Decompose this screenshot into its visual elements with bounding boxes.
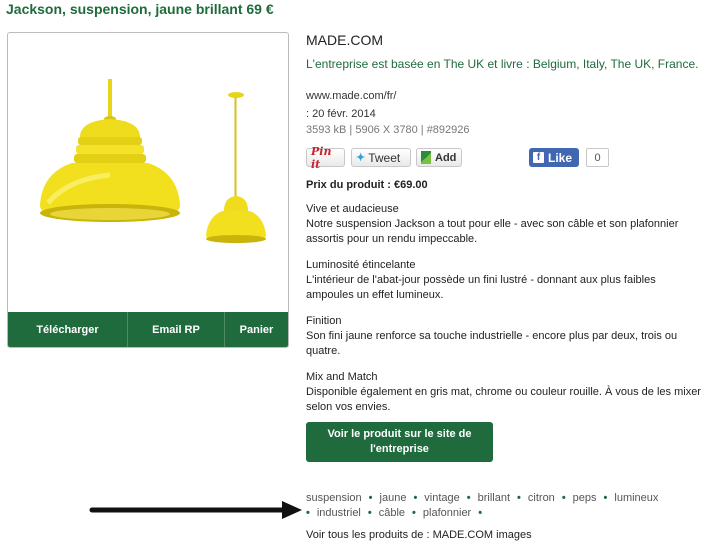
tag-separator: •	[561, 492, 566, 504]
all-products-link[interactable]: Voir tous les produits de : MADE.COM ima…	[306, 529, 532, 541]
description-text: Disponible également en gris mat, chrome…	[306, 386, 701, 413]
action-bar: Télécharger Email RP Panier	[8, 312, 288, 347]
image-meta: 3593 kB | 5906 X 3780 | #892926	[306, 124, 470, 136]
pinterest-button[interactable]: Pin it	[306, 145, 345, 171]
tag-separator: •	[517, 492, 521, 504]
tag-separator: •	[368, 492, 373, 504]
share-row: Pin it ✦ Tweet Add f Like 0	[306, 145, 706, 171]
tag-item[interactable]: lumineux	[614, 492, 658, 504]
description-text: Notre suspension Jackson a tout pour ell…	[306, 218, 679, 245]
product-card: Télécharger Email RP Panier	[7, 32, 289, 348]
view-product-button[interactable]: Voir le produit sur le site de l'entrepr…	[306, 422, 493, 462]
description-heading: Finition	[306, 315, 342, 327]
add-label: Add	[435, 151, 457, 164]
tag-item[interactable]: industriel	[317, 507, 361, 519]
company-info: L'entreprise est basée en The UK et livr…	[306, 57, 699, 71]
description-heading: Mix and Match	[306, 371, 378, 383]
facebook-icon: f	[533, 152, 544, 163]
tag-item[interactable]: câble	[379, 507, 405, 519]
tag-item[interactable]: vintage	[424, 492, 459, 504]
email-rp-button[interactable]: Email RP	[128, 312, 225, 347]
product-price: Prix du produit : €69.00	[306, 179, 428, 191]
download-button[interactable]: Télécharger	[8, 312, 128, 347]
tag-item[interactable]: plafonnier	[423, 507, 471, 519]
tag-separator: •	[367, 507, 372, 519]
tag-item[interactable]: suspension	[306, 492, 362, 504]
company-url[interactable]: www.made.com/fr/	[306, 90, 396, 102]
tag-separator: •	[412, 507, 416, 519]
tag-item[interactable]: brillant	[478, 492, 510, 504]
tag-item[interactable]: citron	[528, 492, 555, 504]
like-label: Like	[548, 150, 573, 165]
tag-separator: •	[478, 507, 483, 519]
twitter-icon: ✦	[356, 152, 366, 164]
add-button[interactable]: Add	[416, 148, 462, 167]
tag-item[interactable]: peps	[573, 492, 597, 504]
page-title: Jackson, suspension, jaune brillant 69 €	[6, 1, 274, 17]
product-image[interactable]	[8, 33, 288, 312]
tag-list: suspension • jaune • vintage • brillant • citron…	[306, 491, 696, 521]
description-text: Son fini jaune renforce sa touche indust…	[306, 330, 678, 357]
facebook-like-button[interactable]: f Like	[529, 148, 579, 167]
tag-separator: •	[603, 492, 608, 504]
pinterest-label: Pin it	[311, 144, 332, 171]
add-icon	[421, 151, 431, 164]
tag-separator: •	[306, 507, 310, 519]
description-text: L'intérieur de l'abat-jour possède un fi…	[306, 274, 656, 301]
like-count: 0	[586, 148, 609, 167]
description-block: Vive et audacieuse Notre suspension Jack…	[306, 202, 701, 247]
tag-separator: •	[413, 492, 418, 504]
tweet-label: Tweet	[368, 150, 401, 165]
cart-button[interactable]: Panier	[225, 312, 288, 347]
description-heading: Luminosité étincelante	[306, 259, 416, 271]
description-block: Luminosité étincelante L'intérieur de l'…	[306, 258, 701, 303]
description-block: Finition Son fini jaune renforce sa touc…	[306, 314, 701, 359]
publish-date: : 20 févr. 2014	[306, 108, 376, 120]
description-block: Mix and Match Disponible également en gr…	[306, 370, 701, 415]
arrow-annotation	[89, 501, 302, 519]
tag-item[interactable]: jaune	[380, 492, 407, 504]
tweet-button[interactable]: ✦ Tweet	[351, 148, 411, 167]
tag-separator: •	[466, 492, 471, 504]
brand-name[interactable]: MADE.COM	[306, 32, 383, 48]
description-heading: Vive et audacieuse	[306, 203, 399, 215]
